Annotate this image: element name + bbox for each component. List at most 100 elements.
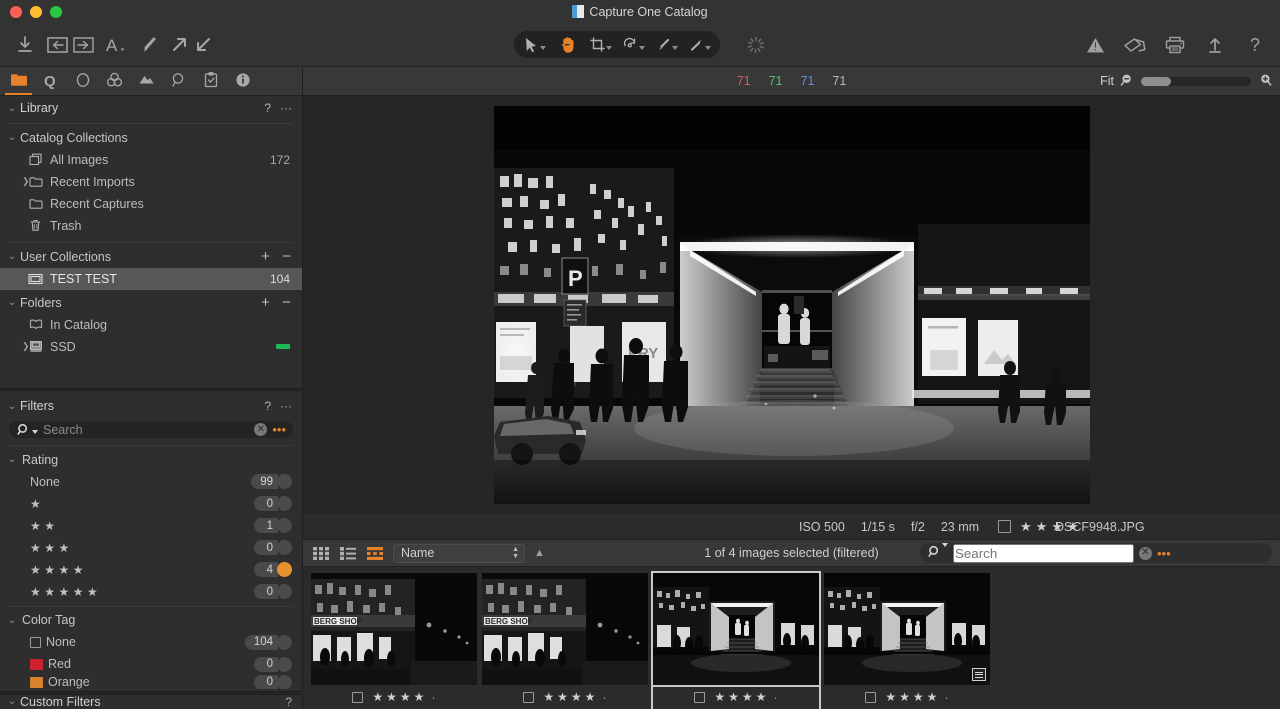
thumbnail-1[interactable]: BERG SHOP xyxy=(311,573,477,709)
sidebar-item-in-catalog[interactable]: In Catalog xyxy=(0,314,302,336)
thumbnail-image[interactable]: BERG SHOP xyxy=(482,573,648,685)
thumbnail-rating-empty-star[interactable]: · xyxy=(431,690,435,705)
rating-count-pill[interactable]: 0 xyxy=(254,584,292,599)
tool-tab-lens[interactable] xyxy=(136,67,157,95)
tool-tab-metadata[interactable] xyxy=(232,67,253,95)
viewer-rating-group[interactable]: ★★★★ · xyxy=(998,519,1094,535)
library-menu-icon[interactable]: ··· xyxy=(280,101,292,115)
rating-toggle-knob-active[interactable] xyxy=(277,562,292,577)
image-canvas[interactable]: P PRY xyxy=(303,96,1280,514)
search-icon[interactable] xyxy=(17,423,38,436)
thumbnail-image[interactable] xyxy=(653,573,819,685)
tool-tab-exposure[interactable] xyxy=(72,67,93,95)
rating-filter-row-3[interactable]: ★★★ 0 xyxy=(0,537,302,559)
sidebar-item-recent-captures[interactable]: Recent Captures xyxy=(0,193,302,215)
filmstrip-icon[interactable] xyxy=(365,545,384,561)
pointer-icon[interactable] xyxy=(519,33,550,57)
rating-toggle-knob[interactable] xyxy=(277,474,292,489)
thumbnail-3[interactable]: ★★★★ · xyxy=(653,573,819,709)
rating-filter-row-1[interactable]: ★ 0 xyxy=(0,493,302,515)
rating-filter-row-2[interactable]: ★★ 1 xyxy=(0,515,302,537)
color-tag-checkbox[interactable] xyxy=(998,520,1011,533)
filters-search-menu-icon[interactable]: ••• xyxy=(272,423,286,436)
color-tag-toggle-knob[interactable] xyxy=(277,635,292,650)
rating-toggle-knob[interactable] xyxy=(277,518,292,533)
heal-icon[interactable] xyxy=(684,33,715,57)
thumbnail-rating-empty-star[interactable]: · xyxy=(773,690,777,705)
tool-tab-details[interactable] xyxy=(168,67,189,95)
tool-tab-library[interactable] xyxy=(8,67,29,95)
library-help-icon[interactable]: ? xyxy=(264,101,271,115)
thumbnail-rating-stars[interactable]: ★★★★ xyxy=(885,690,940,704)
remove-user-collection-button[interactable]: − xyxy=(281,249,292,264)
thumbnail-color-tag-checkbox[interactable] xyxy=(694,692,705,703)
export-upload-icon[interactable] xyxy=(1200,30,1230,60)
thumbnail-2[interactable]: BERG SHOP xyxy=(482,573,648,709)
close-button[interactable] xyxy=(10,6,22,18)
thumbnail-rating-row[interactable]: ★★★★ · xyxy=(653,685,819,709)
crop-icon[interactable] xyxy=(585,33,616,57)
rating-filter-row-none[interactable]: None 99 xyxy=(0,471,302,493)
preview-image[interactable]: P PRY xyxy=(494,106,1090,504)
thumbnail-image[interactable] xyxy=(824,573,990,685)
rating-section-header[interactable]: ⌄ Rating xyxy=(0,449,302,471)
color-tag-count-pill[interactable]: 0 xyxy=(254,657,292,672)
sidebar-item-test-test[interactable]: TEST TEST 104 xyxy=(0,268,302,290)
color-tag-count-pill[interactable]: 104 xyxy=(245,635,292,650)
rotate-icon[interactable] xyxy=(618,33,649,57)
library-collapse-chevron-icon[interactable]: ⌄ xyxy=(8,103,20,114)
catalog-collections-chevron-icon[interactable]: ⌄ xyxy=(8,132,20,143)
thumbnail-4[interactable]: ★★★★ · xyxy=(824,573,990,709)
color-tag-row-none[interactable]: None 104 xyxy=(0,631,302,653)
rating-filter-row-4[interactable]: ★★★★ 4 xyxy=(0,559,302,581)
rating-chevron-icon[interactable]: ⌄ xyxy=(8,454,20,465)
clear-search-icon[interactable]: ✕ xyxy=(1139,547,1152,560)
thumbnail-rating-row[interactable]: ★★★★ · xyxy=(482,685,648,709)
tool-tab-quick[interactable]: Q xyxy=(40,67,61,95)
browser-search-box[interactable]: ✕ ••• xyxy=(920,543,1272,563)
eyedropper-icon[interactable] xyxy=(651,33,682,57)
magnifier-minus-icon[interactable] xyxy=(1120,73,1135,90)
color-tag-chevron-icon[interactable]: ⌄ xyxy=(8,615,20,626)
browser-search-menu-icon[interactable]: ••• xyxy=(1157,547,1171,560)
add-user-collection-button[interactable]: + xyxy=(260,249,271,264)
filters-search-input[interactable] xyxy=(43,423,249,437)
group-header-user-collections[interactable]: ⌄ User Collections + − xyxy=(0,246,302,268)
rating-count-pill[interactable]: 1 xyxy=(254,518,292,533)
rating-toggle-knob[interactable] xyxy=(277,496,292,511)
eyedropper-caret-icon[interactable] xyxy=(672,46,678,50)
recent-imports-expand-chevron-icon[interactable]: ❯ xyxy=(22,176,30,187)
thumbnail-color-tag-checkbox[interactable] xyxy=(865,692,876,703)
filters-help-icon[interactable]: ? xyxy=(264,399,271,413)
folders-chevron-icon[interactable]: ⌄ xyxy=(8,297,20,308)
color-tag-toggle-knob[interactable] xyxy=(277,675,292,689)
filters-menu-icon[interactable]: ··· xyxy=(280,399,292,413)
thumbnail-image[interactable]: BERG SHOP xyxy=(311,573,477,685)
grid-icon[interactable] xyxy=(311,545,330,561)
tool-tab-adjustments[interactable] xyxy=(200,67,221,95)
tool-tab-color[interactable] xyxy=(104,67,125,95)
minimize-button[interactable] xyxy=(30,6,42,18)
viewer-rating-empty-star[interactable]: · xyxy=(1090,519,1094,534)
group-header-catalog-collections[interactable]: ⌄ Catalog Collections xyxy=(0,127,302,149)
clear-search-icon[interactable]: ✕ xyxy=(254,423,267,436)
list-icon[interactable] xyxy=(338,545,357,561)
filters-search-box[interactable]: ✕ ••• xyxy=(9,421,293,437)
color-tag-row-orange[interactable]: Orange 0 xyxy=(0,675,302,689)
question-mark-icon[interactable]: ? xyxy=(1240,30,1270,60)
thumbnail-color-tag-checkbox[interactable] xyxy=(523,692,534,703)
color-tag-section-header[interactable]: ⌄ Color Tag xyxy=(0,609,302,631)
magnifier-plus-icon[interactable] xyxy=(1257,73,1272,90)
sort-direction-icon[interactable]: ▲ xyxy=(534,547,545,559)
user-collections-chevron-icon[interactable]: ⌄ xyxy=(8,251,20,262)
thumbnail-rating-stars[interactable]: ★★★★ xyxy=(543,690,598,704)
thumbnail-rating-stars[interactable]: ★★★★ xyxy=(714,690,769,704)
maximize-button[interactable] xyxy=(50,6,62,18)
thumbnail-rating-row[interactable]: ★★★★ · xyxy=(311,685,477,709)
rating-count-pill[interactable]: 4 xyxy=(254,562,292,577)
printer-icon[interactable] xyxy=(1160,30,1190,60)
thumbnail-rating-empty-star[interactable]: · xyxy=(602,690,606,705)
remove-folder-button[interactable]: − xyxy=(281,295,292,310)
chevron-updown-icon[interactable]: ▲▼ xyxy=(512,547,519,560)
rating-filter-row-5[interactable]: ★★★★★ 0 xyxy=(0,581,302,603)
